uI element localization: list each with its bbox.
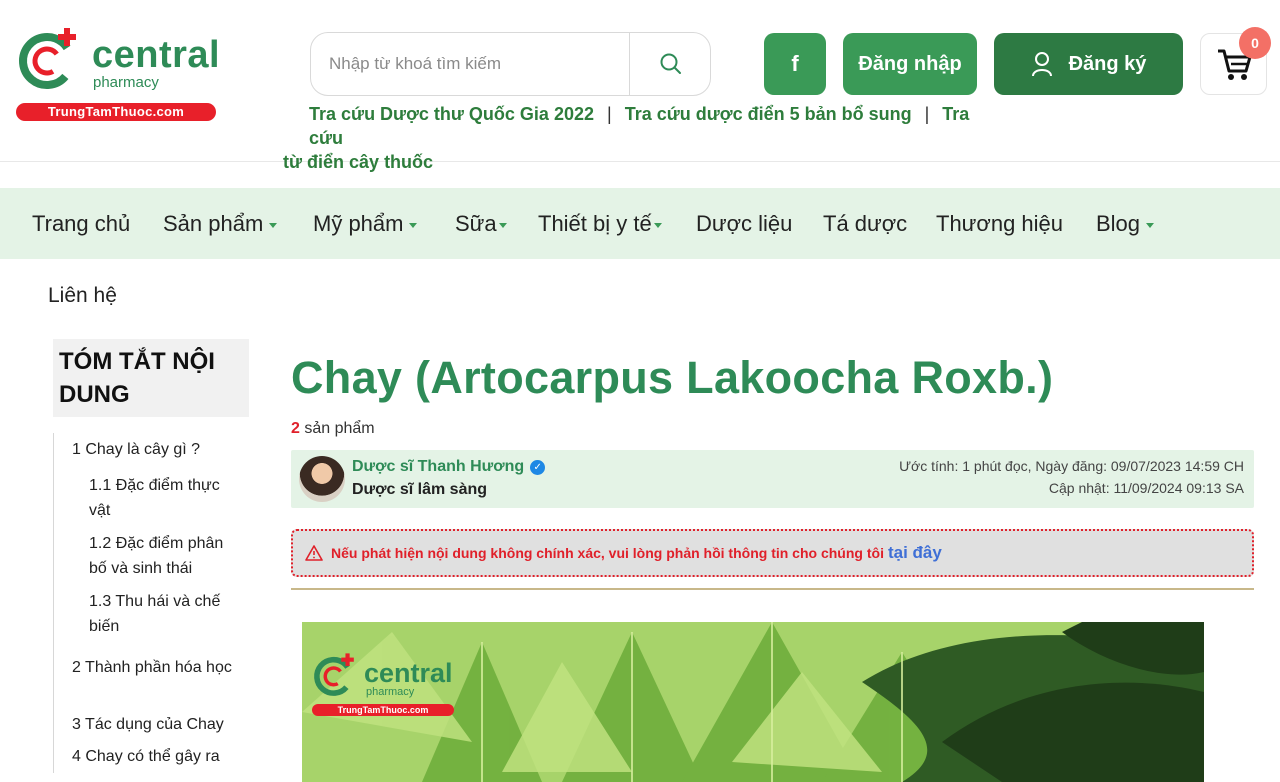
nav-label: Thương hiệu [936,211,1064,236]
author-role: Dược sĩ lâm sàng [352,481,488,498]
nav-item-blog[interactable]: Blog [1096,188,1155,259]
toc-item[interactable]: 3 Tác dụng của Chay [72,712,242,737]
nav-label: Sản phẩm [163,211,264,236]
login-label: Đăng nhập [858,52,962,75]
quick-links: Tra cứu Dược thư Quốc Gia 2022 | Tra cứu d… [283,102,1003,174]
nav-label: Thiết bị y tế [538,211,652,236]
logo-sub-text: pharmacy [93,74,159,91]
watermark-brand: central [364,658,453,688]
nav-item-contact[interactable]: Liên hệ [48,284,117,308]
feedback-alert: Nếu phát hiện nội dung không chính xác, … [291,529,1254,577]
nav-item-products[interactable]: Sản phẩm [163,188,278,259]
login-button[interactable]: Đăng nhập [843,33,977,95]
page-title: Chay (Artocarpus Lakoocha Roxb.) [291,352,1054,403]
warning-icon [305,545,323,561]
nav-label: Dược liệu [696,211,793,236]
nav-item-brands[interactable]: Thương hiệu [936,188,1063,259]
search-icon [660,53,681,74]
toc-item[interactable]: 1.1 Đặc điểm thực vật [89,473,239,523]
product-count-label: sản phẩm [304,420,375,437]
nav-label: Blog [1096,211,1141,236]
user-icon [1031,52,1052,77]
toc-item[interactable]: 2 Thành phần hóa học [72,655,242,680]
chevron-down-icon [498,222,507,228]
image-watermark: central pharmacy TrungTamThuoc.com [312,650,462,716]
search-input[interactable] [329,33,624,95]
author-box: Dược sĩ Thanh Hương ✓ Dược sĩ lâm sàng Ướ… [291,450,1254,508]
cart-button[interactable]: 0 [1200,27,1271,95]
verified-icon: ✓ [530,460,546,475]
toc-item[interactable]: 1.3 Thu hái và chế biến [89,589,239,639]
nav-item-milk[interactable]: Sữa [455,188,507,259]
logo-mark-icon [314,653,354,696]
nav-item-herbs[interactable]: Dược liệu [696,188,792,259]
logo-domain-tag: TrungTamThuoc.com [16,103,216,121]
nav-item-excipients[interactable]: Tá dược [823,188,907,259]
nav-item-cosmetics[interactable]: Mỹ phẩm [313,188,418,259]
search-box [310,32,711,96]
author-name[interactable]: Dược sĩ Thanh Hương [352,458,524,475]
register-button[interactable]: Đăng ký [994,33,1183,95]
toc-item[interactable]: 1 Chay là cây gì ? [72,437,242,462]
facebook-icon: f [791,51,799,76]
quick-link-separator: | [607,104,612,124]
product-count: 2 sản phẩm [291,420,375,438]
feedback-link[interactable]: tại đây [888,543,942,563]
main-nav: Trang chủ Sản phẩm Mỹ phẩm Sữa Thiết bị … [0,188,1280,259]
nav-label: Tá dược [823,211,908,236]
nav-label: Trang chủ [32,211,131,236]
nav-label: Sữa [455,211,497,236]
chevron-down-icon [653,222,662,228]
alert-text: Nếu phát hiện nội dung không chính xác, … [331,545,884,561]
watermark-tag: TrungTamThuoc.com [312,704,454,716]
toc-title: TÓM TẮT NỘI DUNG [53,339,249,417]
nav-item-home[interactable]: Trang chủ [32,188,130,259]
facebook-button[interactable]: f [764,33,826,95]
update-meta: Cập nhật: 11/09/2024 09:13 SA [1048,480,1244,496]
watermark-sub: pharmacy [366,686,415,698]
chevron-down-icon [269,222,278,228]
nav-label: Mỹ phẩm [313,211,404,236]
quick-link-separator: | [924,104,930,124]
product-count-number: 2 [291,420,300,437]
register-label: Đăng ký [1068,52,1147,75]
author-name-row: Dược sĩ Thanh Hương ✓ [352,458,546,476]
toc-item[interactable]: 4 Chay có thể gây ra [72,744,242,769]
toc-item[interactable]: 1.2 Đặc điểm phân bố và sinh thái [89,531,239,581]
logo-brand-text: central [92,34,221,76]
publish-meta: Ước tính: 1 phút đọc, Ngày đăng: 09/07/2… [899,458,1244,474]
toc-list: 1 Chay là cây gì ? 1.1 Đặc điểm thực vật… [53,433,249,773]
avatar[interactable] [299,456,345,502]
quick-link-duoc-dien[interactable]: Tra cứu dược điển 5 bản bổ sung [625,104,912,124]
divider [291,588,1254,590]
nav-item-medical-devices[interactable]: Thiết bị y tế [538,188,662,259]
search-button[interactable] [630,33,711,95]
site-logo[interactable]: central pharmacy TrungTamThuoc.com [16,22,221,122]
chevron-down-icon [409,222,418,228]
logo-mark-icon [19,28,76,89]
quick-link-duoc-thu[interactable]: Tra cứu Dược thư Quốc Gia 2022 [309,104,594,124]
quick-link-tu-dien[interactable]: từ điển cây thuốc [283,152,433,172]
site-header: central pharmacy TrungTamThuoc.com f Đăn… [0,0,1280,172]
cart-count-badge: 0 [1239,27,1271,59]
chevron-down-icon [1146,222,1155,228]
article-hero-image: central pharmacy TrungTamThuoc.com [302,622,1204,782]
